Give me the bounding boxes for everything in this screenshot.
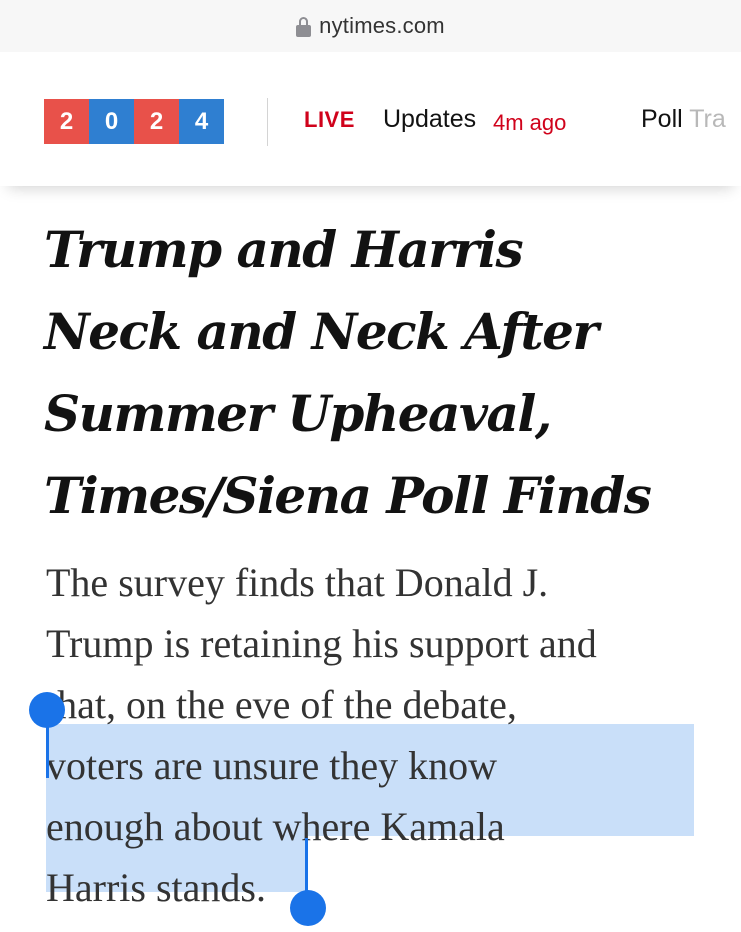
summary-line: The survey finds that Donald J.: [46, 560, 549, 605]
selection-end-caret: [305, 838, 308, 892]
summary-line: enough about where Kamala: [46, 804, 505, 849]
live-updates-link[interactable]: Updates: [383, 105, 476, 134]
summary-line: Harris stands.: [46, 865, 266, 910]
article-summary[interactable]: The survey finds that Donald J. Trump is…: [46, 552, 706, 918]
poll-tracker-link[interactable]: Poll Tra: [641, 105, 726, 134]
summary-line: Trump is retaining his support and: [46, 621, 597, 666]
headline-line: Trump and Harris: [44, 220, 524, 279]
election-2024-logo[interactable]: 2 0 2 4: [44, 99, 224, 144]
selection-start-caret: [46, 722, 49, 778]
url-text: nytimes.com: [319, 13, 445, 38]
headline-line: Summer Upheaval,: [44, 384, 552, 443]
lock-icon: [296, 17, 312, 37]
updated-time: 4m ago: [493, 110, 567, 135]
headline-line: Neck and Neck After: [44, 302, 599, 361]
article-headline: Trump and Harris Neck and Neck After Sum…: [44, 209, 724, 537]
year-digit: 0: [89, 99, 134, 144]
nav-divider: [267, 98, 268, 146]
year-digit: 4: [179, 99, 224, 144]
address-bar[interactable]: nytimes.com: [0, 0, 741, 52]
live-label[interactable]: LIVE: [304, 107, 355, 133]
year-digit: 2: [44, 99, 89, 144]
headline-line: Times/Siena Poll Finds: [44, 466, 652, 525]
year-digit: 2: [134, 99, 179, 144]
selection-end-handle[interactable]: [290, 890, 326, 926]
summary-line: that, on the eve of the debate,: [46, 682, 517, 727]
summary-line: voters are unsure they know: [46, 743, 497, 788]
